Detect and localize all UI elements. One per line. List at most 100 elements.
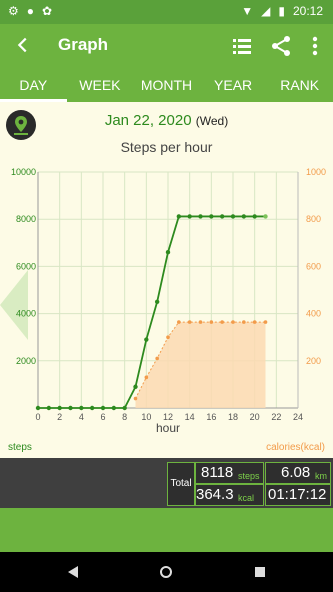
nav-recents-icon[interactable] [254, 566, 266, 578]
x-tick-label: 16 [206, 412, 216, 422]
settings-icon: ⚙ [8, 4, 19, 18]
x-tick-label: 22 [271, 412, 281, 422]
tab-year[interactable]: YEAR [200, 68, 267, 102]
date-label: Jan 22, 2020 (Wed) [0, 112, 333, 129]
x-axis-title: hour [156, 421, 180, 435]
x-tick-label: 4 [79, 412, 84, 422]
x-tick-label: 14 [185, 412, 195, 422]
steps-total-box: 8118 steps [195, 462, 264, 484]
calories-point [187, 320, 192, 324]
system-nav-bar [0, 552, 333, 592]
steps-point [230, 214, 236, 219]
bottom-panel [0, 508, 333, 552]
arrow-back-icon[interactable] [12, 34, 34, 56]
x-tick-label: 0 [35, 412, 40, 422]
calories-point [177, 320, 181, 324]
distance-value: 6.08 [281, 464, 311, 481]
calories-point [242, 320, 246, 324]
total-label: Total [167, 462, 195, 506]
y-right-tick-label: 800 [306, 214, 321, 224]
kcal-value: 364.3 [196, 486, 234, 503]
calories-point [231, 320, 235, 324]
chart-title: Steps per hour [120, 139, 213, 155]
steps-point [219, 214, 225, 219]
wifi-icon: ▼ [241, 4, 254, 18]
summary-panel: Total 8118 steps 6.08 km 364.3 kcal 01:1… [0, 458, 333, 508]
calories-point [155, 356, 159, 361]
calories-point [166, 335, 170, 339]
x-tick-label: 18 [228, 412, 238, 422]
circle-icon: ● [26, 4, 35, 18]
steps-point [209, 214, 214, 219]
x-tick-label: 2 [57, 412, 62, 422]
steps-point [176, 214, 182, 219]
y-left-tick-label: 4000 [16, 309, 36, 319]
x-tick-label: 6 [100, 412, 105, 422]
steps-point [68, 405, 73, 411]
tab-rank[interactable]: RANK [266, 68, 333, 102]
day-of-week: (Wed) [195, 114, 229, 128]
steps-point [100, 405, 106, 411]
calories-point [198, 320, 203, 324]
steps-point [263, 214, 268, 219]
steps-chart: 0 2 4 6 8 10 12 14 16 18 20 22 242000400060008000100… [11, 167, 326, 435]
steps-point [89, 405, 95, 411]
tab-month[interactable]: MONTH [133, 68, 200, 102]
steps-point [111, 405, 117, 411]
steps-point [79, 405, 84, 411]
distance-box: 6.08 km [265, 462, 331, 484]
steps-point [122, 405, 127, 411]
steps-point [133, 384, 138, 389]
steps-unit: steps [238, 471, 260, 481]
steps-point [46, 405, 52, 411]
steps-point [165, 250, 171, 255]
x-tick-label: 24 [293, 412, 303, 422]
calories-point [209, 320, 214, 324]
page-title: Graph [58, 35, 109, 54]
y-right-tick-label: 400 [306, 309, 321, 319]
x-tick-label: 20 [250, 412, 260, 422]
y-left-tick-label: 2000 [16, 356, 36, 366]
calories-point [133, 396, 138, 401]
nav-home-icon[interactable] [160, 566, 172, 578]
paw-icon: ✿ [42, 4, 53, 18]
app-bar: Graph [0, 24, 333, 68]
share-icon[interactable] [269, 34, 293, 58]
distance-unit: km [315, 471, 327, 481]
steps-point [187, 214, 192, 219]
kcal-unit: kcal [238, 493, 255, 503]
steps-point [57, 405, 62, 411]
calories-point [220, 320, 224, 324]
steps-point [35, 405, 41, 411]
list-icon[interactable] [230, 34, 254, 58]
y-left-tick-label: 8000 [16, 214, 36, 224]
nav-back-icon[interactable] [68, 566, 80, 578]
calories-point [252, 320, 257, 324]
y-right-tick-label: 200 [306, 356, 321, 366]
steps-point [252, 214, 257, 219]
tab-day[interactable]: DAY [0, 68, 67, 102]
y-left-tick-label: 6000 [16, 261, 36, 271]
calories-point [144, 375, 149, 380]
x-tick-label: 10 [141, 412, 151, 422]
tab-bar: DAY WEEK MONTH YEAR RANK [0, 68, 333, 102]
steps-axis-label: steps [8, 442, 32, 453]
steps-point [241, 214, 247, 219]
y-left-tick-label: 10000 [11, 167, 36, 177]
battery-icon: ▮ [278, 4, 285, 18]
steps-point [154, 299, 160, 304]
signal-icon: ◢ [261, 4, 271, 18]
steps-point [144, 337, 149, 342]
tab-week[interactable]: WEEK [67, 68, 134, 102]
x-tick-label: 8 [122, 412, 127, 422]
y-right-tick-label: 600 [306, 261, 321, 271]
steps-total: 8118 [201, 464, 234, 481]
calories-area [135, 322, 266, 408]
duration-box: 01:17:12 [265, 484, 331, 506]
calories-point [263, 320, 268, 324]
more-vert-icon[interactable] [303, 34, 327, 58]
calories-axis-label: calories(kcal) [266, 442, 325, 453]
y-right-tick-label: 1000 [306, 167, 326, 177]
duration-value: 01:17:12 [268, 486, 327, 503]
date-text: Jan 22, 2020 [104, 112, 192, 129]
